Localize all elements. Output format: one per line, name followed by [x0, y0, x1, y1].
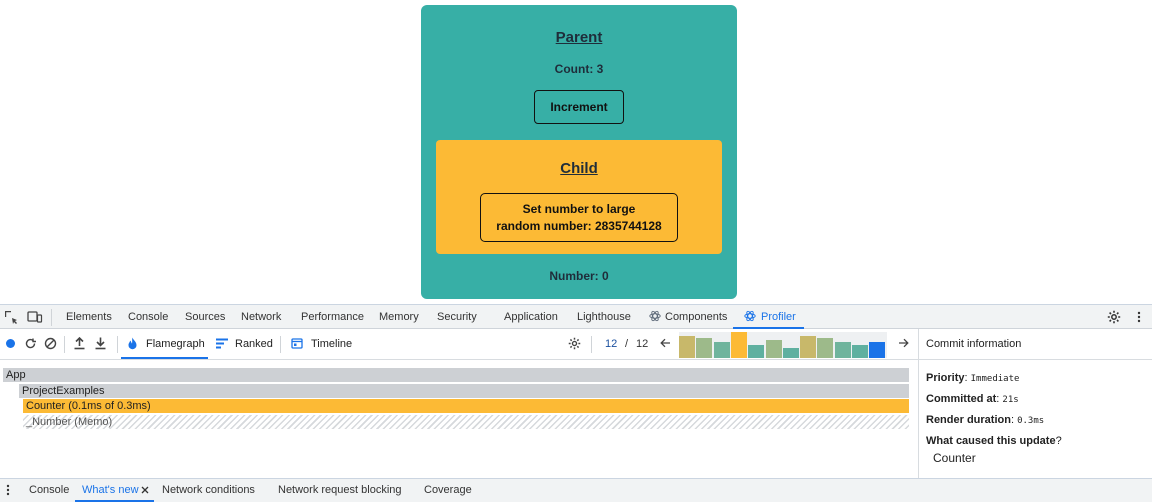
- devtools-tabstrip: Elements Console Sources Network Perform…: [0, 304, 1152, 329]
- drawer-tabstrip: Console What's new Network conditions Ne…: [0, 478, 1152, 502]
- more-options-icon[interactable]: [1132, 310, 1146, 324]
- tab-network[interactable]: Network: [241, 305, 281, 329]
- commit-bar[interactable]: [852, 345, 868, 358]
- reload-and-profile-icon[interactable]: [24, 337, 37, 353]
- toolbar-divider: [117, 336, 118, 353]
- tab-lighthouse[interactable]: Lighthouse: [577, 305, 631, 329]
- save-profile-icon[interactable]: [94, 336, 107, 353]
- set-button-line-2: random number: 2835744128: [496, 218, 662, 233]
- record-button[interactable]: [6, 339, 15, 348]
- tab-security[interactable]: Security: [437, 305, 477, 329]
- commit-info-panel: Commit information Priority: Immediate C…: [918, 329, 1152, 478]
- tab-application[interactable]: Application: [504, 305, 558, 329]
- tabstrip-divider: [51, 309, 52, 326]
- parent-title: Parent: [555, 29, 603, 46]
- settings-gear-icon[interactable]: [1107, 310, 1121, 324]
- drawer-tab-network-request-blocking[interactable]: Network request blocking: [278, 479, 402, 502]
- commit-total: 12: [636, 338, 649, 350]
- tab-sources[interactable]: Sources: [185, 305, 225, 329]
- toolbar-divider: [280, 336, 281, 353]
- commit-bar[interactable]: [765, 340, 782, 358]
- render-duration-row: Render duration: 0.3ms: [926, 414, 1045, 426]
- drawer-menu-icon[interactable]: [5, 479, 11, 502]
- set-button-line-1: Set number to large: [522, 201, 636, 216]
- tab-performance[interactable]: Performance: [301, 305, 364, 329]
- flame-icon: [127, 337, 138, 353]
- load-profile-icon[interactable]: [73, 336, 86, 353]
- count-text: Count: 3: [554, 62, 604, 76]
- committed-at-value: 21s: [1002, 395, 1019, 405]
- commit-bar[interactable]: [869, 342, 886, 358]
- next-commit-arrow-icon[interactable]: [898, 338, 909, 351]
- tab-memory[interactable]: Memory: [379, 305, 419, 329]
- increment-button[interactable]: Increment: [534, 90, 624, 124]
- commit-separator: /: [625, 338, 629, 350]
- priority-label: Priority: [926, 372, 965, 384]
- react-components-icon: [648, 310, 662, 324]
- ranked-icon: [216, 338, 228, 352]
- clear-profile-icon[interactable]: [44, 337, 57, 353]
- flamegraph-area: App ProjectExamples Counter (0.1ms of 0.…: [0, 360, 918, 478]
- device-toolbar-icon[interactable]: [27, 310, 43, 324]
- commit-bar[interactable]: [800, 336, 817, 358]
- previous-commit-arrow-icon[interactable]: [660, 338, 671, 351]
- toolbar-divider: [591, 336, 592, 353]
- timeline-calendar-icon: [291, 337, 303, 352]
- flamegraph-node-projectexamples[interactable]: ProjectExamples: [19, 384, 909, 398]
- drawer-tab-console[interactable]: Console: [29, 479, 69, 502]
- commit-bar[interactable]: [730, 332, 747, 358]
- update-cause-value[interactable]: Counter: [933, 451, 976, 465]
- commit-bar[interactable]: [782, 348, 799, 358]
- commit-bar[interactable]: [679, 336, 695, 358]
- commit-bar[interactable]: [696, 338, 713, 358]
- flamegraph-node-number-memo[interactable]: _Number (Memo): [23, 415, 909, 429]
- committed-at-row: Committed at: 21s: [926, 393, 1019, 405]
- tab-console[interactable]: Console: [128, 305, 168, 329]
- timeline-tab[interactable]: Timeline: [311, 338, 352, 350]
- set-random-number-button[interactable]: Set number to large random number: 28357…: [480, 193, 678, 242]
- profiler-settings-gear-icon[interactable]: [568, 337, 581, 353]
- flamegraph-active-indicator: [121, 357, 208, 359]
- commit-bar[interactable]: [834, 342, 851, 358]
- tab-components[interactable]: Components: [665, 305, 727, 329]
- commit-selector-chart[interactable]: [679, 332, 887, 358]
- update-cause-row: What caused this update?: [926, 435, 1062, 447]
- tab-elements[interactable]: Elements: [66, 305, 112, 329]
- toolbar-divider: [64, 336, 65, 353]
- app-preview: Parent Count: 3 Increment Child Set numb…: [0, 0, 1152, 304]
- flamegraph-node-app[interactable]: App: [3, 368, 909, 382]
- commit-index: 12: [605, 338, 618, 350]
- child-card: Child Set number to large random number:…: [436, 140, 722, 254]
- profiler-toolbar: Flamegraph Ranked Timeline 12 / 12: [0, 329, 918, 360]
- ranked-tab[interactable]: Ranked: [235, 338, 273, 350]
- drawer-tab-network-conditions[interactable]: Network conditions: [162, 479, 255, 502]
- devtools-panel: Elements Console Sources Network Perform…: [0, 304, 1152, 502]
- priority-row: Priority: Immediate: [926, 372, 1020, 384]
- priority-value: Immediate: [970, 374, 1020, 384]
- react-profiler-icon: [743, 310, 757, 324]
- child-title: Child: [560, 160, 598, 177]
- inspect-element-icon[interactable]: [4, 310, 18, 324]
- parent-card: Parent Count: 3 Increment Child Set numb…: [421, 5, 737, 299]
- tab-profiler[interactable]: Profiler: [761, 305, 796, 329]
- close-tab-icon[interactable]: [141, 479, 149, 502]
- committed-at-label: Committed at: [926, 393, 997, 405]
- drawer-tab-whats-new[interactable]: What's new: [82, 479, 139, 502]
- commit-bar[interactable]: [713, 342, 730, 358]
- render-duration-value: 0.3ms: [1017, 416, 1045, 426]
- flamegraph-node-counter[interactable]: Counter (0.1ms of 0.3ms): [23, 399, 909, 413]
- render-duration-label: Render duration: [926, 414, 1011, 426]
- commit-bar[interactable]: [748, 345, 765, 358]
- commit-bar[interactable]: [817, 338, 834, 358]
- update-cause-label: What caused this update: [926, 435, 1056, 447]
- drawer-tab-coverage[interactable]: Coverage: [424, 479, 472, 502]
- flamegraph-tab[interactable]: Flamegraph: [146, 338, 205, 350]
- commit-info-title: Commit information: [919, 329, 1152, 360]
- number-text: Number: 0: [549, 269, 609, 283]
